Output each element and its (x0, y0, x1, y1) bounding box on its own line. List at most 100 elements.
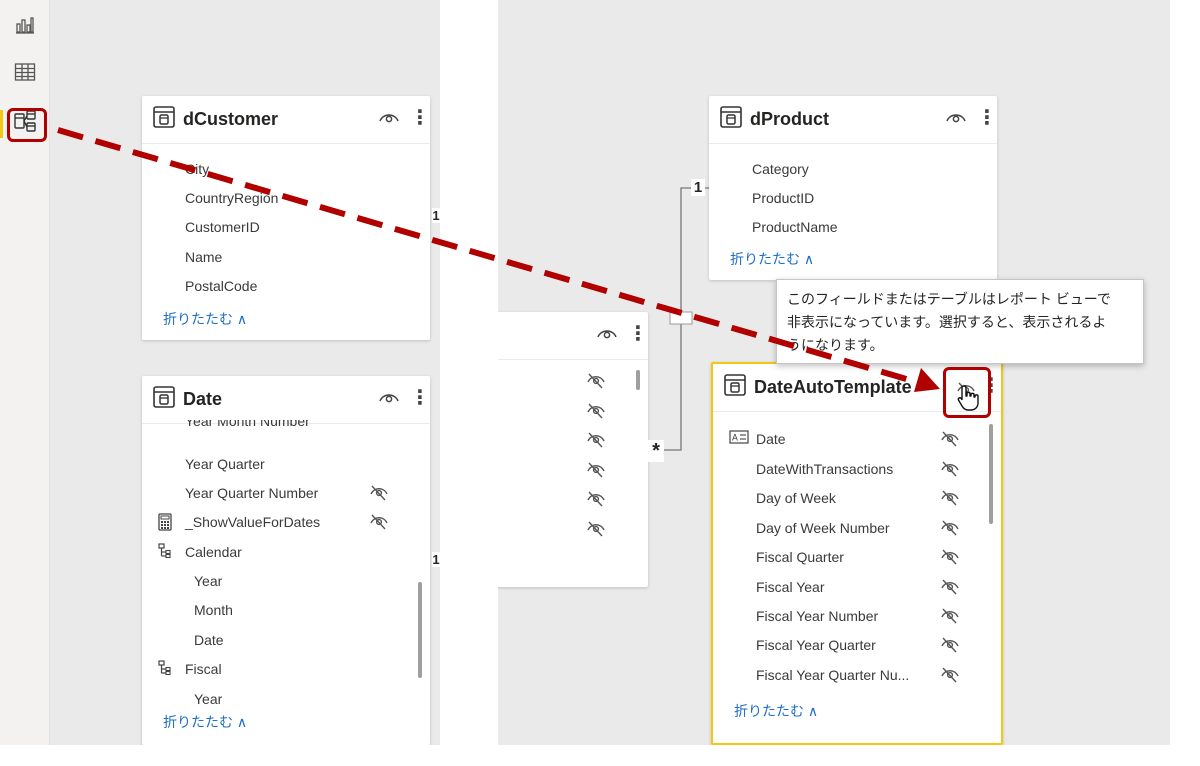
scrollbar[interactable] (636, 370, 640, 390)
field-row[interactable]: Fiscal Quarter (713, 542, 1001, 571)
eye-icon[interactable] (596, 326, 618, 345)
field-row[interactable]: ProductID (709, 183, 997, 212)
hierarchy-icon (158, 660, 172, 679)
hidden-eye-icon[interactable] (939, 578, 961, 599)
text-field-icon (729, 430, 749, 447)
field-row[interactable]: Day of Week (713, 483, 1001, 512)
bar-chart-icon (15, 15, 35, 40)
hidden-eye-icon[interactable] (585, 372, 607, 395)
left-model-canvas[interactable]: dCustomer ⋮ City CountryRegion CustomerI… (0, 0, 440, 745)
field-row[interactable]: City (142, 154, 430, 183)
right-model-canvas[interactable]: ⋮ dProduct ⋮ Category ProductID ProductN… (498, 0, 1170, 745)
scrollbar[interactable] (989, 424, 993, 524)
report-view-button[interactable] (8, 10, 42, 44)
hidden-eye-icon[interactable] (939, 460, 961, 481)
field-label: Date (194, 631, 224, 648)
hidden-eye-icon[interactable] (585, 490, 607, 513)
scrollbar[interactable] (418, 582, 422, 678)
table-title: dProduct (750, 109, 829, 129)
tooltip-line: 非表示になっています。選択すると、表示されるよ (787, 314, 1107, 330)
hidden-eye-icon[interactable] (585, 461, 607, 484)
field-row[interactable]: Calendar (142, 537, 430, 566)
field-row[interactable]: CustomerID (142, 212, 430, 241)
field-row[interactable]: Month (142, 595, 430, 624)
hidden-eye-icon[interactable] (939, 607, 961, 628)
dcustomer-table-card[interactable]: dCustomer ⋮ City CountryRegion CustomerI… (142, 96, 430, 340)
more-options-icon[interactable]: ⋮ (410, 388, 430, 408)
collapse-link[interactable]: 折りたたむ ∧ (163, 712, 247, 732)
collapse-link[interactable]: 折りたたむ ∧ (730, 249, 814, 269)
hidden-eye-icon[interactable] (939, 489, 961, 510)
date-table-card[interactable]: Date ⋮ Year Month Number Year Quarter Ye… (142, 376, 430, 745)
data-view-button[interactable] (8, 57, 42, 91)
field-row[interactable]: _ShowValueForDates (142, 507, 430, 536)
field-row[interactable]: Fiscal (142, 654, 430, 683)
hidden-eye-icon[interactable] (939, 636, 961, 657)
hierarchy-icon (158, 543, 172, 562)
field-row[interactable]: Fiscal Year (713, 572, 1001, 601)
relationship-one-label: 1 (691, 179, 705, 196)
hidden-field-tooltip: このフィールドまたはテーブルはレポート ビューで 非表示になっています。選択する… (776, 279, 1144, 364)
field-label: Year Quarter Number (185, 484, 319, 501)
field-label: Fiscal Year Quarter Nu... (756, 666, 910, 683)
field-row[interactable]: Fiscal Year Number (713, 601, 1001, 630)
table-icon (153, 386, 175, 413)
field-label: CustomerID (185, 218, 260, 235)
collapse-link[interactable]: 折りたたむ ∧ (163, 309, 247, 329)
field-row[interactable]: Year Quarter Number (142, 478, 430, 507)
field-row[interactable]: Date (713, 424, 1001, 453)
unnamed-table-card[interactable]: ⋮ (498, 312, 648, 587)
field-row[interactable]: Day of Week Number (713, 513, 1001, 542)
relationship-one-label: 1 (432, 552, 440, 567)
field-row[interactable]: Year (142, 566, 430, 595)
table-title: Date (183, 389, 223, 409)
hidden-eye-icon[interactable] (368, 484, 390, 505)
eye-icon[interactable] (945, 110, 967, 129)
calculator-icon (158, 513, 172, 534)
dateautotemplate-table-card[interactable]: DateAutoTemplate ⋮ Date DateWithTransact… (711, 362, 1003, 745)
field-row[interactable]: Fiscal Year Quarter Nu... (713, 660, 1001, 689)
collapse-link[interactable]: 折りたたむ ∧ (734, 701, 818, 721)
more-options-icon[interactable]: ⋮ (977, 108, 997, 128)
field-label: Fiscal (185, 660, 222, 677)
hidden-eye-icon[interactable] (939, 430, 961, 451)
field-label: Day of Week (756, 489, 836, 506)
hidden-eye-icon[interactable] (585, 431, 607, 454)
field-label: Year Month Number (185, 420, 310, 429)
field-label: Fiscal Quarter (756, 548, 844, 565)
field-row[interactable]: CountryRegion (142, 183, 430, 212)
hidden-eye-icon[interactable] (585, 402, 607, 425)
dproduct-table-card[interactable]: dProduct ⋮ Category ProductID ProductNam… (709, 96, 997, 280)
hidden-eye-icon[interactable] (368, 513, 390, 534)
hidden-eye-icon[interactable] (939, 548, 961, 569)
field-row[interactable]: Fiscal Year Quarter (713, 630, 1001, 659)
field-label: Fiscal Year Quarter (756, 636, 876, 653)
field-label: Fiscal Year (756, 578, 825, 595)
more-options-icon[interactable]: ⋮ (628, 324, 648, 344)
tooltip-line: このフィールドまたはテーブルはレポート ビューで (787, 291, 1111, 307)
field-label: Year (194, 572, 223, 589)
dproduct-header: dProduct ⋮ (709, 96, 997, 144)
tooltip-line: うになります。 (787, 337, 884, 353)
field-label: Year Quarter (185, 455, 265, 472)
field-row[interactable]: Name (142, 242, 430, 271)
field-row[interactable]: Category (709, 154, 997, 183)
hidden-eye-icon[interactable] (585, 520, 607, 543)
hidden-eye-icon[interactable] (939, 519, 961, 540)
more-options-icon[interactable]: ⋮ (410, 108, 430, 128)
eye-icon[interactable] (378, 390, 400, 409)
field-row[interactable]: Date (142, 625, 430, 654)
hidden-eye-icon[interactable] (939, 666, 961, 687)
field-label: Calendar (185, 543, 242, 560)
eye-icon[interactable] (378, 110, 400, 129)
field-label: PostalCode (185, 277, 258, 294)
field-row[interactable]: Year Quarter (142, 449, 430, 478)
field-row[interactable]: Year (142, 684, 430, 713)
field-row-partial[interactable]: Year Month Number (142, 420, 430, 436)
field-label: Date (756, 430, 786, 447)
field-row[interactable]: PostalCode (142, 271, 430, 300)
table-icon (153, 106, 175, 133)
field-label: _ShowValueForDates (185, 513, 321, 530)
field-row[interactable]: DateWithTransactions (713, 454, 1001, 483)
field-row[interactable]: ProductName (709, 212, 997, 241)
